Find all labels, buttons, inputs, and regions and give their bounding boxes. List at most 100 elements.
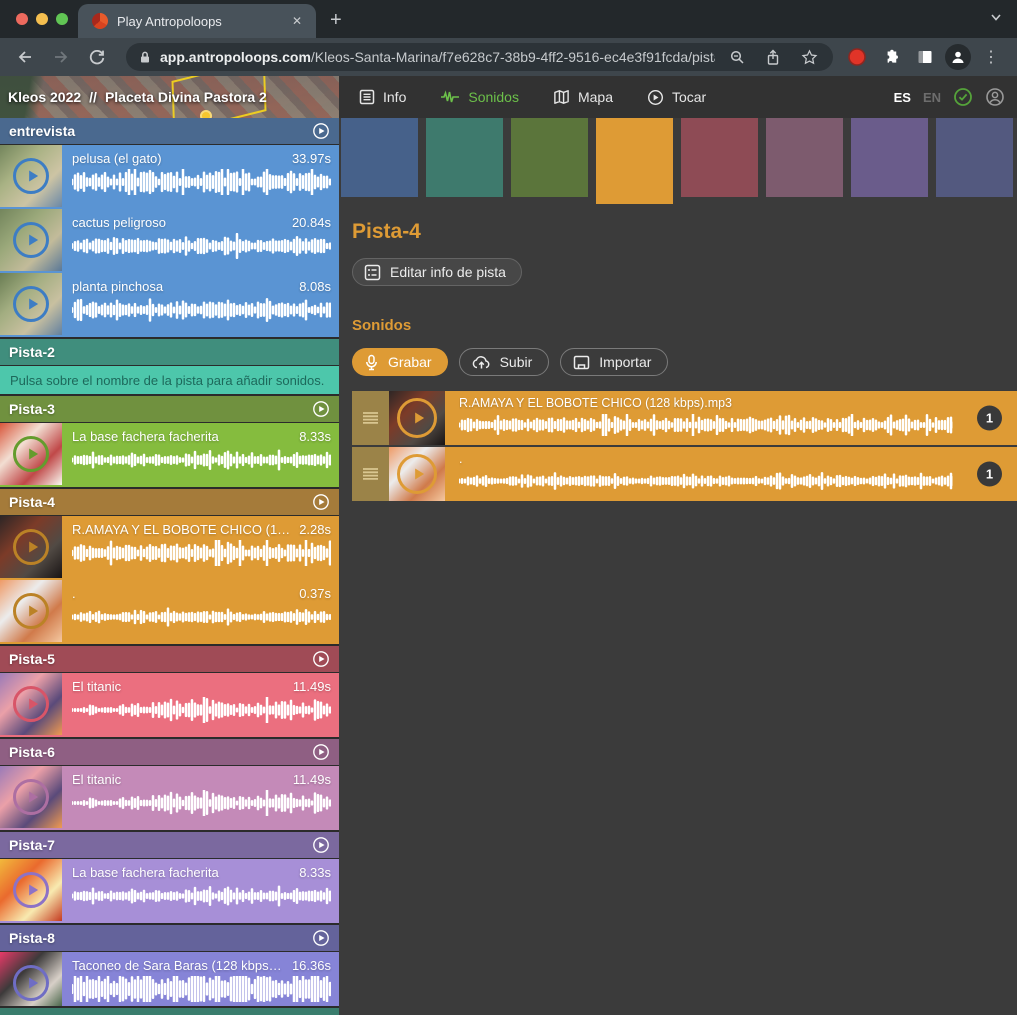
sync-check-icon[interactable]: [953, 87, 973, 107]
track-header[interactable]: entrevista: [0, 118, 339, 144]
sound-thumbnail[interactable]: [389, 391, 445, 445]
sound-row[interactable]: La base fachera facherita8.33s: [0, 859, 339, 923]
sound-thumbnail[interactable]: [0, 516, 62, 578]
sound-thumbnail[interactable]: [389, 447, 445, 501]
browser-menu-icon[interactable]: ⋮: [977, 43, 1005, 71]
thumbnail-play-icon[interactable]: [13, 436, 49, 472]
track-swatch-2[interactable]: [426, 118, 503, 197]
track-swatch-3[interactable]: [511, 118, 588, 197]
thumbnail-play-icon[interactable]: [397, 454, 437, 494]
minimize-window-button[interactable]: [36, 13, 48, 25]
share-icon[interactable]: [759, 43, 787, 71]
track-header[interactable]: Pista-3: [0, 396, 339, 422]
edit-track-info-button[interactable]: Editar info de pista: [352, 258, 522, 286]
reload-icon[interactable]: [80, 40, 114, 74]
track-sound-row[interactable]: .1: [352, 447, 1017, 501]
drag-handle[interactable]: [352, 447, 389, 501]
track-play-icon[interactable]: [312, 493, 330, 511]
sound-row[interactable]: El titanic11.49s: [0, 673, 339, 737]
tab-mapa[interactable]: Mapa: [553, 89, 613, 105]
thumbnail-play-icon[interactable]: [397, 398, 437, 438]
sound-row[interactable]: Taconeo de Sara Baras (128 kbps).mp316.3…: [0, 952, 339, 1006]
thumbnail-play-icon[interactable]: [13, 529, 49, 565]
address-bar[interactable]: app.antropoloops.com/Kleos-Santa-Marina/…: [126, 43, 833, 71]
sound-row[interactable]: .0.37s: [0, 580, 339, 644]
sound-thumbnail[interactable]: [0, 952, 62, 1006]
track-header[interactable]: Pista-2: [0, 339, 339, 365]
forward-icon[interactable]: [44, 40, 78, 74]
bookmark-star-icon[interactable]: [795, 43, 823, 71]
sound-row[interactable]: R.AMAYA Y EL BOBOTE CHICO (128 kbps)....…: [0, 516, 339, 580]
track-play-icon[interactable]: [312, 929, 330, 947]
thumbnail-play-icon[interactable]: [13, 965, 49, 1001]
track-header[interactable]: Pista-5: [0, 646, 339, 672]
track-sound-row[interactable]: R.AMAYA Y EL BOBOTE CHICO (128 kbps).mp3…: [352, 391, 1017, 445]
sound-body: R.AMAYA Y EL BOBOTE CHICO (128 kbps).mp3…: [445, 391, 1017, 445]
sound-thumbnail[interactable]: [0, 859, 62, 921]
track-play-icon[interactable]: [312, 400, 330, 418]
record-button[interactable]: Grabar: [352, 348, 448, 376]
fullscreen-window-button[interactable]: [56, 13, 68, 25]
sound-thumbnail[interactable]: [0, 673, 62, 735]
back-icon[interactable]: [8, 40, 42, 74]
scene-photo-header[interactable]: Kleos 2022 // Placeta Divina Pastora 2: [0, 76, 339, 118]
tab-list-chevron-icon[interactable]: [989, 10, 1003, 24]
tab-info[interactable]: Info: [359, 89, 406, 105]
sound-thumbnail[interactable]: [0, 209, 62, 271]
sound-row[interactable]: pelusa (el gato)33.97s: [0, 145, 339, 209]
track-swatch-4[interactable]: [596, 118, 673, 204]
drag-handle[interactable]: [352, 391, 389, 445]
close-window-button[interactable]: [16, 13, 28, 25]
thumbnail-play-icon[interactable]: [13, 158, 49, 194]
lang-en-button[interactable]: EN: [923, 90, 941, 105]
track-header[interactable]: Pista-8: [0, 925, 339, 951]
track-header[interactable]: Pista-7: [0, 832, 339, 858]
sound-row[interactable]: El titanic11.49s: [0, 766, 339, 830]
sound-body: .1: [445, 447, 1017, 501]
track-swatch-6[interactable]: [766, 118, 843, 197]
sound-thumbnail[interactable]: [0, 766, 62, 828]
breadcrumb[interactable]: Kleos 2022 // Placeta Divina Pastora 2: [8, 76, 267, 118]
track-swatch-8[interactable]: [936, 118, 1013, 197]
track-play-icon[interactable]: [312, 836, 330, 854]
track-swatch-5[interactable]: [681, 118, 758, 197]
new-tab-button[interactable]: +: [316, 9, 356, 38]
side-panel-icon[interactable]: [911, 43, 939, 71]
sound-row[interactable]: planta pinchosa8.08s: [0, 273, 339, 337]
track-swatch-7[interactable]: [851, 118, 928, 197]
thumbnail-play-icon[interactable]: [13, 686, 49, 722]
sound-thumbnail[interactable]: [0, 580, 62, 642]
import-button[interactable]: Importar: [560, 348, 668, 376]
account-icon[interactable]: [985, 87, 1005, 107]
breadcrumb-project[interactable]: Kleos 2022: [8, 89, 81, 105]
thumbnail-play-icon[interactable]: [13, 286, 49, 322]
track-play-icon[interactable]: [312, 650, 330, 668]
browser-tab[interactable]: Play Antropoloops ✕: [78, 4, 316, 38]
upload-button[interactable]: Subir: [459, 348, 550, 376]
track-play-icon[interactable]: [312, 122, 330, 140]
sound-thumbnail[interactable]: [0, 145, 62, 207]
track-play-icon[interactable]: [312, 743, 330, 761]
sound-thumbnail[interactable]: [0, 273, 62, 335]
extensions-puzzle-icon[interactable]: [877, 43, 905, 71]
sound-waveform: [72, 169, 331, 195]
thumbnail-play-icon[interactable]: [13, 222, 49, 258]
tab-sonidos[interactable]: Sonidos: [440, 89, 519, 105]
profile-avatar-icon[interactable]: [945, 44, 971, 70]
sound-duration: 8.08s: [299, 279, 331, 294]
tab-close-icon[interactable]: ✕: [288, 12, 306, 30]
tab-tocar[interactable]: Tocar: [647, 89, 706, 106]
url-text[interactable]: app.antropoloops.com/Kleos-Santa-Marina/…: [160, 49, 715, 65]
zoom-search-icon[interactable]: [723, 43, 751, 71]
lang-es-button[interactable]: ES: [894, 90, 911, 105]
thumbnail-play-icon[interactable]: [13, 593, 49, 629]
sound-row[interactable]: La base fachera facherita8.33s: [0, 423, 339, 487]
thumbnail-play-icon[interactable]: [13, 872, 49, 908]
sound-thumbnail[interactable]: [0, 423, 62, 485]
track-header[interactable]: Pista-4: [0, 489, 339, 515]
record-extension-icon[interactable]: [843, 43, 871, 71]
sound-row[interactable]: cactus peligroso20.84s: [0, 209, 339, 273]
thumbnail-play-icon[interactable]: [13, 779, 49, 815]
track-header[interactable]: Pista-6: [0, 739, 339, 765]
track-swatch-1[interactable]: [341, 118, 418, 197]
